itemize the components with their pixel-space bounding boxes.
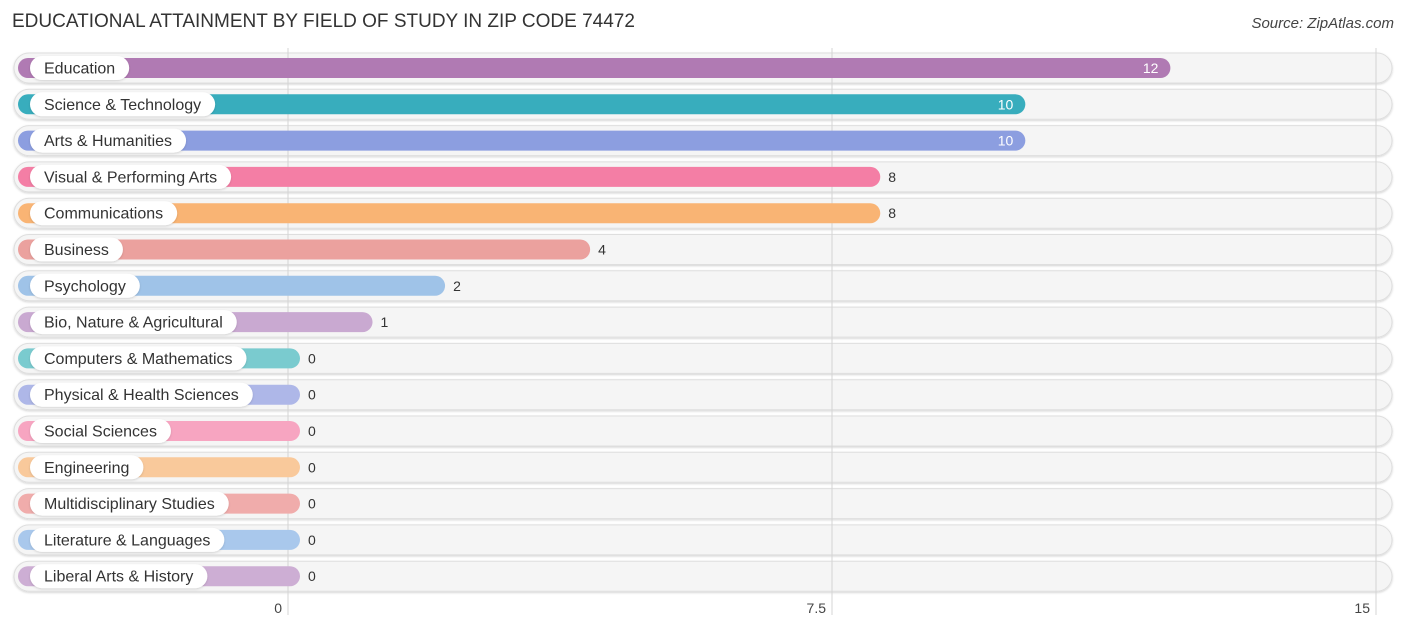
category-label: Business — [44, 242, 109, 259]
category-label: Bio, Nature & Agricultural — [44, 315, 223, 332]
category-label: Social Sciences — [44, 424, 157, 441]
bar-row: Business 4 — [18, 237, 606, 262]
value-label: 0 — [308, 496, 316, 512]
bar — [18, 58, 1171, 78]
category-label: Arts & Humanities — [44, 133, 172, 150]
bar-row: Psychology 2 — [18, 273, 461, 298]
value-label: 8 — [888, 205, 896, 221]
category-label: Liberal Arts & History — [44, 569, 193, 586]
x-tick-label: 7.5 — [807, 600, 827, 616]
bar-row: Communications 8 — [18, 201, 896, 226]
bar-row: Visual & Performing Arts 8 — [18, 164, 896, 189]
value-label: 10 — [998, 96, 1014, 112]
value-label: 0 — [308, 387, 316, 403]
category-label: Multidisciplinary Studies — [44, 496, 215, 513]
category-label: Physical & Health Sciences — [44, 387, 239, 404]
value-label: 2 — [453, 278, 461, 294]
bar-row: Computers & Mathematics 0 — [18, 346, 316, 371]
value-label: 0 — [308, 568, 316, 584]
bar-row: Multidisciplinary Studies 0 — [18, 491, 316, 516]
bar-row: Literature & Languages 0 — [18, 527, 316, 552]
value-label: 0 — [308, 350, 316, 366]
category-label: Science & Technology — [44, 97, 201, 114]
category-label: Literature & Languages — [44, 532, 210, 549]
category-label: Communications — [44, 206, 163, 223]
bar-row: Bio, Nature & Agricultural 1 — [18, 310, 389, 335]
bar-chart: Education 12Science & Technology 10Arts & … — [13, 48, 1393, 616]
bar-row: Liberal Arts & History 0 — [18, 564, 316, 589]
bar-row: Social Sciences 0 — [18, 419, 316, 443]
bar-row: Engineering 0 — [18, 455, 316, 480]
category-label: Education — [44, 61, 115, 78]
category-label: Computers & Mathematics — [44, 351, 233, 368]
category-label: Engineering — [44, 460, 129, 477]
value-label: 0 — [308, 459, 316, 475]
x-tick-label: 15 — [1354, 600, 1370, 616]
value-label: 12 — [1143, 60, 1159, 76]
bar-row: Arts & Humanities 10 — [18, 128, 1026, 153]
bar-row: Physical & Health Sciences 0 — [18, 382, 316, 407]
category-label: Visual & Performing Arts — [44, 169, 217, 186]
value-label: 10 — [998, 133, 1014, 149]
value-label: 0 — [308, 532, 316, 548]
bar-row: Science & Technology 10 — [18, 92, 1026, 117]
x-tick-label: 0 — [274, 600, 282, 616]
value-label: 1 — [381, 314, 389, 330]
value-label: 8 — [888, 169, 896, 185]
value-label: 0 — [308, 423, 316, 439]
value-label: 4 — [598, 242, 606, 258]
category-label: Psychology — [44, 278, 126, 295]
bar-row: Education 12 — [18, 56, 1171, 80]
